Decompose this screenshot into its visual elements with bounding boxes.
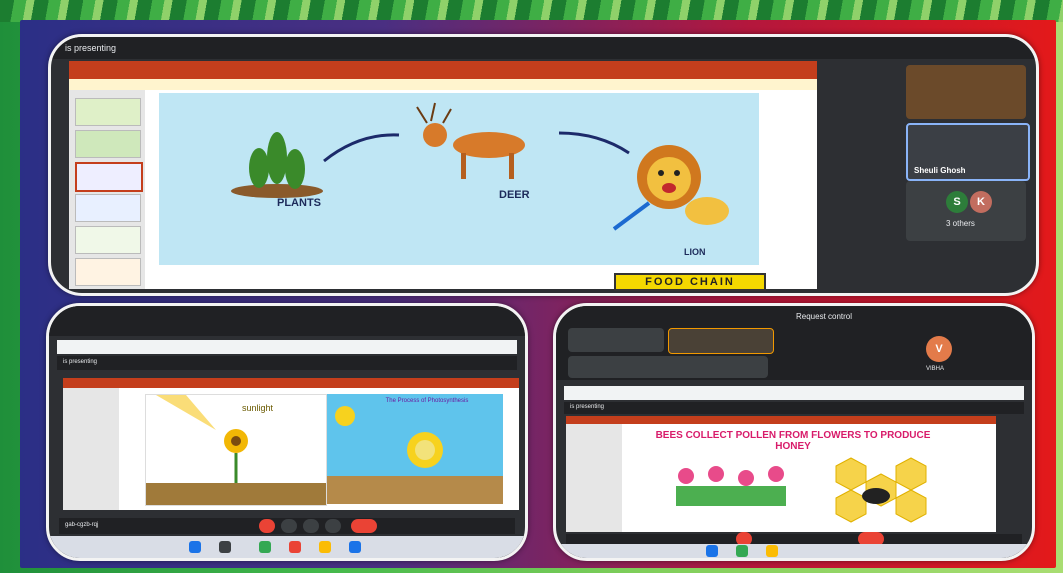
bee-icon xyxy=(862,488,890,504)
slide-food-chain: PLANTS DEER LION xyxy=(159,93,759,265)
mic-off-button[interactable] xyxy=(259,519,275,533)
leave-call-button[interactable] xyxy=(351,519,377,533)
avatar: K xyxy=(970,191,992,213)
present-button[interactable] xyxy=(303,519,319,533)
lion-label: LION xyxy=(684,247,706,257)
powerpoint-window: BEES COLLECT POLLEN FROM FLOWERS TO PROD… xyxy=(566,416,996,532)
bees-slide-text: BEES COLLECT POLLEN FROM FLOWERS TO PROD… xyxy=(655,430,931,452)
ribbon xyxy=(566,416,996,424)
start-icon[interactable] xyxy=(189,541,201,553)
arrow-plant-to-deer xyxy=(323,133,400,163)
lion-icon xyxy=(637,145,729,225)
thumbnail[interactable] xyxy=(75,130,141,158)
photosynthesis-slide: The Process of Photosynthesis xyxy=(327,394,503,504)
thumbnail[interactable] xyxy=(75,194,141,222)
request-control-label[interactable]: Request control xyxy=(796,312,852,321)
meet-controls: gab-cgzb-rqj xyxy=(59,518,515,534)
video-strip xyxy=(49,306,525,336)
presenting-label: is presenting xyxy=(65,43,117,53)
thumbnail[interactable] xyxy=(75,162,143,192)
screenshot-photosynthesis: is presenting sunlight The Process of Ph… xyxy=(46,303,528,561)
windows-taskbar xyxy=(556,544,1032,558)
browser-tabs xyxy=(57,340,517,354)
thumbnail[interactable] xyxy=(75,98,141,126)
warning-bar xyxy=(69,79,817,90)
browser-tabs xyxy=(564,386,1024,400)
slide-thumbnails[interactable] xyxy=(63,388,119,510)
meeting-code: gab-cgzb-rqj xyxy=(65,522,99,528)
leaf-border xyxy=(0,0,1063,22)
participant-tile[interactable] xyxy=(668,328,774,354)
folder-icon[interactable] xyxy=(319,541,331,553)
avatar: V xyxy=(926,336,952,362)
screenshot-bees: Request control V VIBHA is presenting BE… xyxy=(553,303,1035,561)
slide-thumbnails[interactable] xyxy=(69,90,145,289)
food-chain-title: FOOD CHAIN xyxy=(614,273,766,291)
edge-icon[interactable] xyxy=(349,541,361,553)
camera-button[interactable] xyxy=(281,519,297,533)
soil-mound xyxy=(231,184,323,198)
avatar: S xyxy=(946,191,968,213)
start-icon[interactable] xyxy=(706,545,718,557)
participant-tile-speaker[interactable]: Sheuli Ghosh xyxy=(906,123,1030,181)
food-chain-illustration xyxy=(231,102,729,231)
participant-tile-bookshelf[interactable] xyxy=(906,65,1026,119)
participant-tile-others[interactable]: S K 3 others xyxy=(906,181,1026,241)
collage-board: is presenting PLANTS DEER LION FOOD CHAI… xyxy=(20,20,1056,568)
screenshot-food-chain: is presenting PLANTS DEER LION FOOD CHAI… xyxy=(48,34,1039,296)
windows-taskbar xyxy=(49,536,525,558)
presenting-label: is presenting xyxy=(63,359,98,365)
flower-stems xyxy=(676,486,786,506)
meet-controls xyxy=(566,532,1022,546)
meet-top-bar: is presenting xyxy=(51,37,1036,59)
sunlight-slide-left: sunlight xyxy=(145,394,327,506)
sunflower-illustration xyxy=(146,395,326,505)
deer-label: DEER xyxy=(499,189,530,201)
plants-label: PLANTS xyxy=(277,197,321,209)
deer-icon xyxy=(416,102,525,179)
avatar-name: VIBHA xyxy=(926,366,945,372)
arrow-deer-to-lion xyxy=(558,131,630,155)
photosynthesis-title: The Process of Photosynthesis xyxy=(385,398,469,404)
search-icon[interactable] xyxy=(219,541,231,553)
flower-icon xyxy=(678,466,784,486)
others-count: 3 others xyxy=(946,219,975,228)
plant-icon xyxy=(249,132,305,189)
powerpoint-window: PLANTS DEER LION FOOD CHAIN xyxy=(69,61,817,291)
meet-presenting-bar: is presenting xyxy=(564,402,1024,414)
participant-tile[interactable] xyxy=(568,356,768,378)
bees-illustration xyxy=(676,457,927,523)
powerpoint-window: sunlight The Process of Photosynthesis xyxy=(63,378,519,510)
photosynthesis-illustration xyxy=(327,406,503,504)
participant-name: Sheuli Ghosh xyxy=(914,166,966,175)
folder-icon[interactable] xyxy=(766,545,778,557)
sunray xyxy=(156,395,216,430)
ribbon xyxy=(63,378,519,388)
meet-presenting-bar: is presenting xyxy=(57,356,517,370)
app-icon[interactable] xyxy=(289,541,301,553)
thumbnail[interactable] xyxy=(75,258,141,286)
chrome-icon[interactable] xyxy=(736,545,748,557)
slide-thumbnails[interactable] xyxy=(566,424,622,532)
video-grid: Request control V VIBHA xyxy=(556,306,1032,380)
chrome-icon[interactable] xyxy=(259,541,271,553)
sunlight-label: sunlight xyxy=(242,403,274,413)
arrow-lion-back xyxy=(612,201,651,231)
raise-hand-button[interactable] xyxy=(325,519,341,533)
thumbnail[interactable] xyxy=(75,226,141,254)
ribbon xyxy=(69,61,817,79)
participant-tile[interactable] xyxy=(568,328,664,352)
presenting-label: is presenting xyxy=(570,404,605,410)
